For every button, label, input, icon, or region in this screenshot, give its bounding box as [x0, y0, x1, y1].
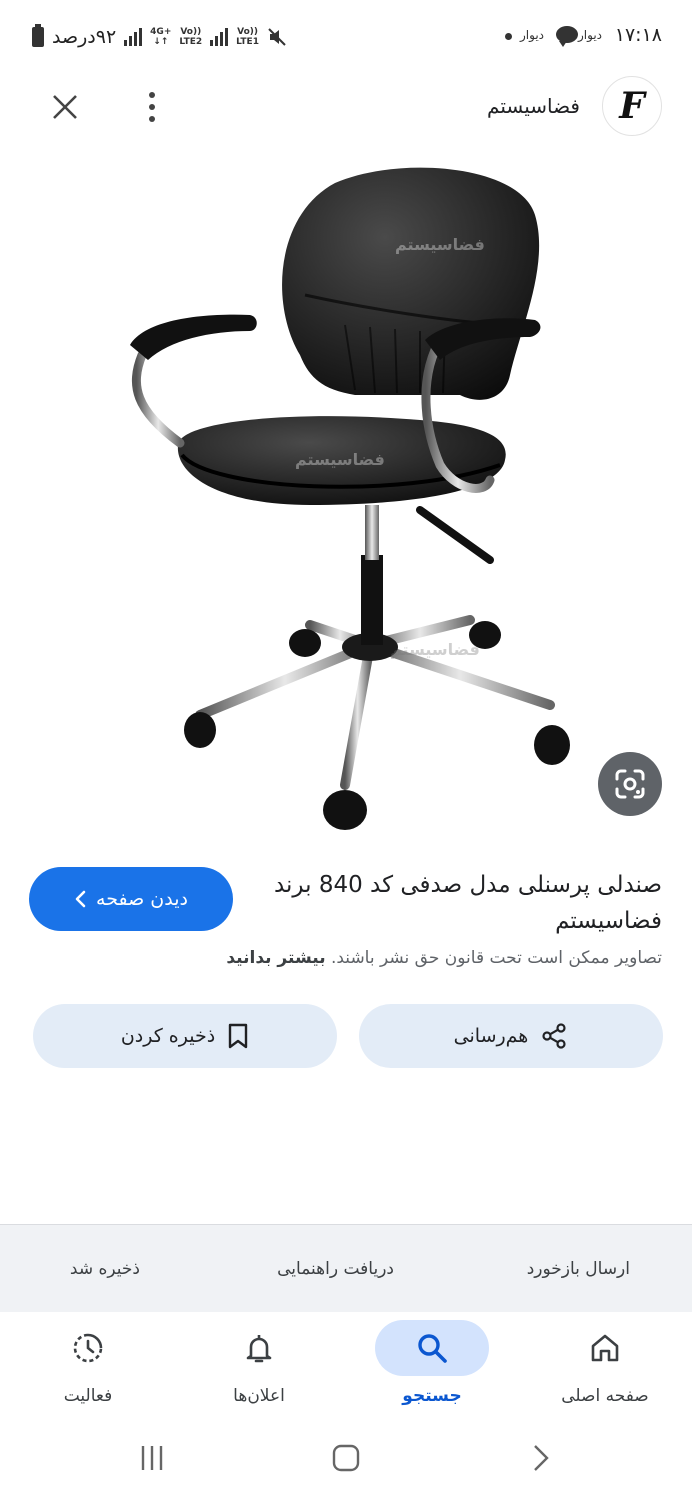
recent-apps-button[interactable] [132, 1438, 172, 1478]
close-icon [53, 95, 77, 119]
close-button[interactable] [44, 86, 86, 128]
nav-item-search[interactable]: جستجو [352, 1312, 512, 1422]
network-4g-label: 4G+ ↓↑ [150, 27, 172, 47]
recent-apps-icon [141, 1446, 163, 1470]
save-button[interactable]: ذخیره کردن [33, 1004, 337, 1068]
header: فضاسیستم F [0, 74, 692, 138]
share-button[interactable]: هم‌رسانی [359, 1004, 663, 1068]
copyright-text: تصاویر ممکن است تحت قانون حق نشر باشند. [330, 948, 662, 968]
share-label: هم‌رسانی [453, 1025, 529, 1047]
system-home-button[interactable] [326, 1438, 366, 1478]
mute-icon [267, 27, 287, 47]
status-time: ۱۷:۱۸ [614, 24, 662, 46]
nav-label-activity: فعالیت [63, 1386, 113, 1406]
feedback-bar: ارسال بازخورد دریافت راهنمایی ذخیره شد [0, 1224, 692, 1312]
save-label: ذخیره کردن [120, 1025, 216, 1047]
send-feedback-link[interactable]: ارسال بازخورد [527, 1259, 630, 1279]
site-logo[interactable]: F [602, 76, 662, 136]
system-navigation-bar [0, 1424, 692, 1500]
logo-letter: F [619, 85, 645, 127]
watermark-text: فضاسیستم [295, 450, 385, 469]
status-bar: ۱۷:۱۸ دیوار دیوار ۹۲درصد 4G+ ↓↑ Vo)) LTE2 … [0, 0, 692, 74]
status-system-icons: ۹۲درصد 4G+ ↓↑ Vo)) LTE2 Vo)) LTE1 [32, 22, 287, 52]
watermark-text: فضاسیستم [490, 415, 580, 434]
system-back-button[interactable] [520, 1438, 560, 1478]
search-icon [418, 1334, 447, 1363]
chevron-right-icon [534, 1445, 549, 1471]
chair-image: فضاسیستم فضاسیستم فضاسیستم فضاسیستم [130, 167, 580, 830]
bell-icon [246, 1335, 272, 1363]
share-icon [542, 1023, 566, 1049]
learn-more-link[interactable]: بیشتر بدانید [226, 948, 325, 968]
result-title[interactable]: صندلی پرسنلی مدل صدفی کد 840 برند فضاسیس… [272, 867, 662, 939]
result-image[interactable]: فضاسیستم فضاسیستم فضاسیستم فضاسیستم [0, 145, 692, 845]
signal-icon [210, 28, 229, 46]
nav-label-home: صفحه اصلی [561, 1386, 649, 1406]
chevron-left-icon [75, 890, 86, 908]
system-home-icon [332, 1444, 360, 1472]
status-notification-app: دیوار [519, 28, 544, 42]
visit-page-label: دیدن صفحه [96, 888, 188, 910]
battery-percent: ۹۲درصد [52, 26, 117, 48]
activity-icon [73, 1333, 103, 1363]
more-options-button[interactable] [134, 86, 170, 128]
notification-dot-icon [505, 33, 512, 40]
nav-item-notifications[interactable]: اعلان‌ها [179, 1312, 339, 1422]
get-help-link[interactable]: دریافت راهنمایی [277, 1259, 394, 1279]
watermark-text: فضاسیستم [390, 640, 480, 659]
watermark-text: فضاسیستم [395, 235, 485, 254]
bottom-navigation: صفحه اصلی جستجو اعلان‌ها فعالیت [0, 1312, 692, 1422]
nav-label-notifications: اعلان‌ها [233, 1386, 285, 1406]
site-name[interactable]: فضاسیستم [487, 94, 580, 118]
status-notification-app: دیوار [577, 28, 602, 42]
network-lte1-label: Vo)) LTE1 [236, 27, 259, 47]
nav-item-home[interactable]: صفحه اصلی [525, 1312, 685, 1422]
nav-label-search: جستجو [402, 1386, 462, 1406]
battery-icon [32, 24, 44, 47]
message-icon [556, 26, 578, 47]
home-icon [591, 1334, 619, 1362]
copyright-notice: تصاویر ممکن است تحت قانون حق نشر باشند. … [226, 948, 662, 968]
google-lens-icon [615, 769, 645, 799]
signal-icon [124, 28, 143, 46]
more-vert-icon [149, 92, 155, 122]
lens-search-button[interactable] [598, 752, 662, 816]
nav-item-activity[interactable]: فعالیت [8, 1312, 168, 1422]
visit-page-button[interactable]: دیدن صفحه [29, 867, 233, 931]
bookmark-icon [228, 1023, 248, 1049]
saved-status: ذخیره شد [69, 1259, 140, 1279]
network-lte2-label: Vo)) LTE2 [179, 27, 203, 47]
